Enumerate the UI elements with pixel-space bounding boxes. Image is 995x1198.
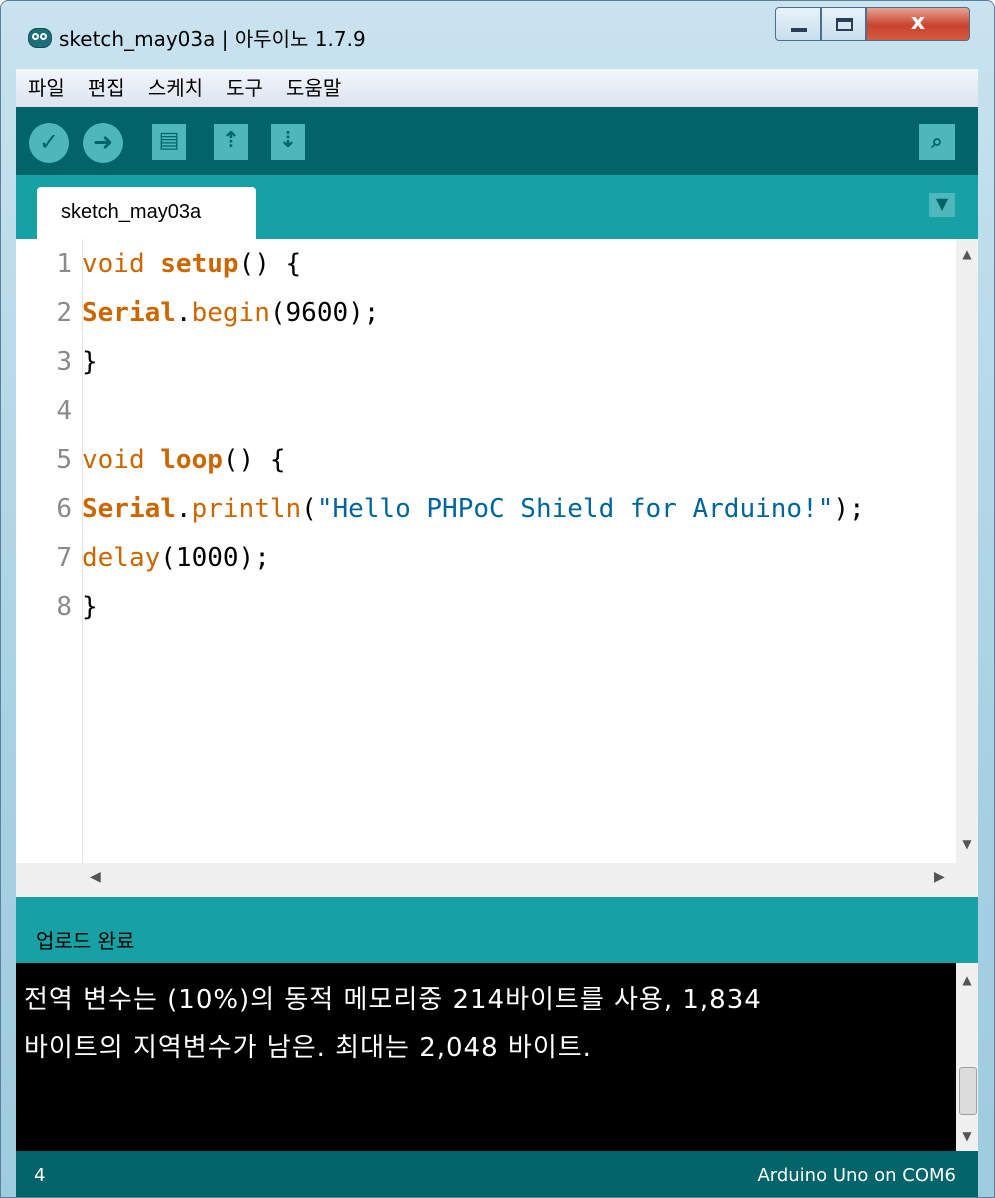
- console-line: 전역 변수는 (10%)의 동적 메모리중 214바이트를 사용, 1,834: [24, 985, 762, 1015]
- code-token: .: [175, 298, 192, 328]
- minimize-icon: [791, 28, 807, 32]
- scroll-left-icon[interactable]: ◀: [90, 869, 101, 885]
- save-icon: ⇣: [278, 128, 298, 153]
- verify-button[interactable]: ✓: [29, 123, 69, 163]
- minimize-button[interactable]: [775, 7, 821, 41]
- console-status-area: 업로드 완료: [16, 897, 978, 963]
- tab-sketch[interactable]: sketch_may03a: [37, 187, 256, 239]
- code-line: Serial.begin(9600);: [82, 298, 379, 328]
- new-button[interactable]: ▤: [152, 124, 186, 160]
- line-number: 3: [56, 347, 72, 377]
- tab-bar: sketch_may03a ▼: [16, 175, 978, 239]
- code-line: }: [82, 592, 98, 622]
- code-token: void: [82, 445, 145, 475]
- board-port-info: Arduino Uno on COM6: [757, 1165, 956, 1186]
- code-token: void: [82, 249, 145, 279]
- close-button[interactable]: x: [866, 7, 970, 41]
- code-line: Serial.println("Hello PHPoC Shield for A…: [82, 494, 865, 524]
- console-line: 바이트의 지역변수가 남은. 최대는 2,048 바이트.: [24, 1033, 592, 1063]
- serial-monitor-icon: ⌕: [931, 129, 943, 153]
- line-number: 5: [56, 445, 72, 475]
- code-editor[interactable]: 1 2 3 4 5 6 7 8 void setup() { Serial.be…: [16, 239, 978, 863]
- code-token: begin: [191, 298, 270, 328]
- maximize-button[interactable]: [821, 7, 866, 41]
- scroll-down-icon[interactable]: ▼: [956, 837, 978, 851]
- serial-monitor-button[interactable]: ⌕: [919, 124, 955, 160]
- code-token: }: [82, 592, 98, 622]
- window-title: sketch_may03a | 아두이노 1.7.9: [59, 27, 366, 51]
- maximize-icon: [836, 18, 853, 31]
- line-number-gutter: 1 2 3 4 5 6 7 8: [16, 239, 83, 863]
- verify-icon: ✓: [38, 128, 60, 156]
- code-token: "Hello PHPoC Shield for Arduino!": [316, 494, 834, 524]
- chevron-down-icon: ▼: [935, 194, 949, 213]
- tab-label: sketch_may03a: [61, 201, 202, 223]
- close-icon: x: [910, 10, 926, 35]
- save-button[interactable]: ⇣: [271, 124, 305, 160]
- line-number: 6: [56, 494, 72, 524]
- code-token: loop: [160, 445, 223, 475]
- open-button[interactable]: ⇡: [214, 124, 248, 160]
- line-number: 2: [56, 298, 72, 328]
- console-output[interactable]: 전역 변수는 (10%)의 동적 메모리중 214바이트를 사용, 1,834 …: [16, 963, 978, 1151]
- code-token: println: [191, 494, 302, 524]
- arduino-logo-icon: [28, 28, 52, 48]
- code-token: setup: [160, 249, 239, 279]
- arduino-ide-window: sketch_may03a | 아두이노 1.7.9 x 파일 편집 스케치 도…: [0, 0, 995, 1198]
- code-line: void loop() {: [82, 445, 286, 475]
- editor-vertical-scrollbar[interactable]: ▲ ▼: [956, 239, 978, 863]
- line-number: 7: [56, 543, 72, 573]
- code-line: }: [82, 347, 98, 377]
- upload-button[interactable]: ➜: [83, 123, 123, 163]
- code-token: }: [82, 347, 98, 377]
- menu-file[interactable]: 파일: [28, 69, 65, 107]
- scroll-up-icon[interactable]: ▲: [956, 247, 978, 261]
- line-number: 4: [56, 396, 72, 426]
- menu-sketch[interactable]: 스케치: [148, 69, 203, 107]
- code-line: delay(1000);: [82, 543, 270, 573]
- upload-icon: ➜: [92, 128, 114, 156]
- menu-help[interactable]: 도움말: [286, 69, 341, 107]
- new-icon: ▤: [158, 128, 180, 153]
- open-icon: ⇡: [221, 128, 241, 153]
- code-token: .: [175, 494, 192, 524]
- code-token: (9600);: [269, 298, 380, 328]
- tab-menu-button[interactable]: ▼: [929, 193, 955, 217]
- code-token: (1000);: [160, 543, 270, 573]
- console-status-text: 업로드 완료: [36, 929, 135, 953]
- code-token: () {: [222, 445, 286, 475]
- code-token: Serial: [82, 494, 176, 524]
- scroll-up-icon[interactable]: ▲: [956, 973, 978, 987]
- title-bar[interactable]: sketch_may03a | 아두이노 1.7.9 x: [1, 1, 994, 63]
- code-token: () {: [238, 249, 302, 279]
- code-line: void setup() {: [82, 249, 301, 279]
- current-line-number: 4: [34, 1165, 46, 1186]
- line-number: 1: [56, 249, 72, 279]
- menu-bar: 파일 편집 스케치 도구 도움말: [16, 69, 978, 108]
- menu-edit[interactable]: 편집: [88, 69, 125, 107]
- editor-horizontal-scrollbar[interactable]: ◀ ▶: [16, 863, 978, 897]
- code-token: );: [833, 494, 865, 524]
- menu-tools[interactable]: 도구: [226, 69, 263, 107]
- status-bar: 4 Arduino Uno on COM6: [16, 1151, 978, 1197]
- code-token: (: [301, 494, 317, 524]
- code-token: delay: [82, 543, 161, 573]
- scroll-down-icon[interactable]: ▼: [956, 1129, 978, 1143]
- scroll-thumb[interactable]: [959, 1067, 977, 1115]
- toolbar: ✓ ➜ ▤ ⇡ ⇣ ⌕: [16, 107, 978, 175]
- scroll-right-icon[interactable]: ▶: [934, 869, 945, 885]
- line-number: 8: [56, 592, 72, 622]
- console-scrollbar[interactable]: ▲ ▼: [956, 963, 978, 1151]
- code-token: Serial: [82, 298, 176, 328]
